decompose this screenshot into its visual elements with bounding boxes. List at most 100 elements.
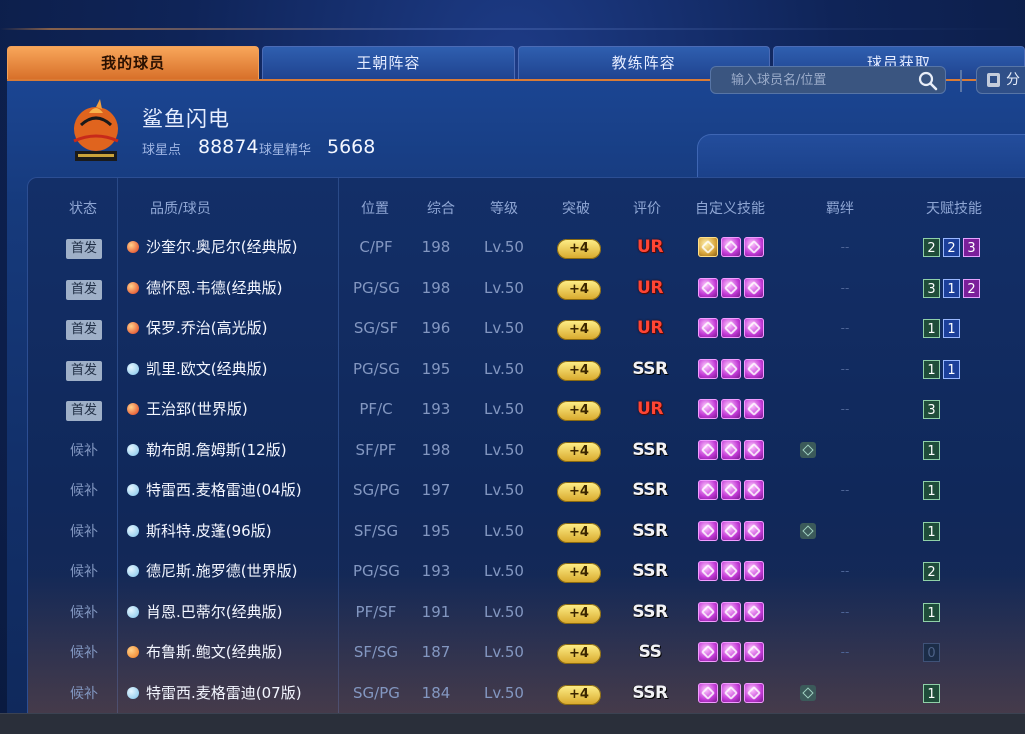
player-name[interactable]: 沙奎尔.奥尼尔(经典版) bbox=[146, 227, 297, 267]
talent-level-badge[interactable]: 2 bbox=[923, 562, 940, 581]
tab-dynasty-lineup[interactable]: 王朝阵容 bbox=[262, 46, 515, 79]
bond-icon[interactable] bbox=[800, 684, 816, 701]
skill-icon[interactable] bbox=[698, 682, 718, 703]
skill-icon[interactable] bbox=[744, 277, 764, 298]
table-row[interactable]: 首发 德怀恩.韦德(经典版) PG/SG 198 Lv.50 +4 UR -- 3 1 2 bbox=[28, 268, 1025, 308]
player-name[interactable]: 肖恩.巴蒂尔(经典版) bbox=[146, 592, 282, 632]
skill-icon[interactable] bbox=[744, 439, 764, 460]
table-row[interactable]: 首发 沙奎尔.奥尼尔(经典版) C/PF 198 Lv.50 +4 UR -- 2 2 3 bbox=[28, 227, 1025, 267]
player-name[interactable]: 特雷西.麦格雷迪(07版) bbox=[146, 673, 302, 713]
talent-level-badge[interactable]: 2 bbox=[943, 238, 960, 257]
talent-level-badge[interactable]: 1 bbox=[943, 319, 960, 338]
skill-icon[interactable] bbox=[698, 480, 718, 500]
skill-icon[interactable] bbox=[744, 318, 764, 338]
skill-icon[interactable] bbox=[721, 277, 741, 298]
player-name[interactable]: 王治郅(世界版) bbox=[146, 389, 248, 429]
table-row[interactable]: 候补 勒布朗.詹姆斯(12版) SF/PF 198 Lv.50 +4 SSR 1 bbox=[28, 430, 1025, 470]
talent-level-badge[interactable]: 1 bbox=[923, 521, 940, 541]
skill-icon[interactable] bbox=[698, 358, 718, 379]
talent-level-badge[interactable]: 2 bbox=[923, 238, 940, 257]
skill-icon[interactable] bbox=[698, 642, 718, 662]
header-level[interactable]: 等级 bbox=[490, 198, 518, 218]
talent-level-badge[interactable]: 0 bbox=[923, 643, 940, 662]
header-bond[interactable]: 羁绊 bbox=[826, 198, 854, 218]
skill-icon[interactable] bbox=[744, 237, 764, 257]
skill-icon[interactable] bbox=[698, 520, 718, 541]
player-name[interactable]: 布鲁斯.鲍文(经典版) bbox=[146, 632, 282, 672]
header-rating[interactable]: 评价 bbox=[633, 198, 661, 218]
skill-icon[interactable] bbox=[744, 561, 764, 581]
tab-my-players[interactable]: 我的球员 bbox=[7, 46, 260, 79]
skill-icon[interactable] bbox=[721, 561, 741, 581]
position-cell: C/PF bbox=[359, 238, 393, 256]
table-row[interactable]: 候补 特雷西.麦格雷迪(04版) SG/PG 197 Lv.50 +4 SSR -- 1 bbox=[28, 470, 1025, 510]
table-row[interactable]: 首发 凯里.欧文(经典版) PG/SG 195 Lv.50 +4 SSR -- 1 1 bbox=[28, 349, 1025, 389]
talent-level-badge[interactable]: 3 bbox=[923, 400, 940, 419]
skill-icon[interactable] bbox=[698, 318, 718, 338]
player-name[interactable]: 斯科特.皮蓬(96版) bbox=[146, 511, 272, 551]
skill-icon[interactable] bbox=[721, 601, 741, 622]
player-name[interactable]: 勒布朗.詹姆斯(12版) bbox=[146, 430, 287, 470]
skill-icon[interactable] bbox=[744, 601, 764, 622]
player-name[interactable]: 德怀恩.韦德(经典版) bbox=[146, 268, 282, 308]
talent-level-badge[interactable]: 1 bbox=[923, 683, 940, 703]
talent-level-badge[interactable]: 2 bbox=[963, 278, 980, 298]
skill-icon[interactable] bbox=[721, 520, 741, 541]
skill-icon[interactable] bbox=[744, 520, 764, 541]
table-row[interactable]: 候补 布鲁斯.鲍文(经典版) SF/SG 187 Lv.50 +4 SS -- 0 bbox=[28, 632, 1025, 672]
skill-icon[interactable] bbox=[744, 399, 764, 419]
table-row[interactable]: 首发 王治郅(世界版) PF/C 193 Lv.50 +4 UR -- 3 bbox=[28, 389, 1025, 429]
skill-icon[interactable] bbox=[721, 682, 741, 703]
talent-level-badge[interactable]: 1 bbox=[943, 359, 960, 379]
skill-icon[interactable] bbox=[744, 682, 764, 703]
player-name[interactable]: 德尼斯.施罗德(世界版) bbox=[146, 551, 297, 591]
breakthrough-badge: +4 bbox=[557, 360, 601, 381]
talent-level-badge[interactable]: 1 bbox=[923, 359, 940, 379]
header-quality-player[interactable]: 品质/球员 bbox=[150, 198, 211, 218]
skill-icon[interactable] bbox=[721, 237, 741, 257]
skill-icon[interactable] bbox=[721, 318, 741, 338]
player-name[interactable]: 保罗.乔治(高光版) bbox=[146, 308, 267, 348]
bond-icon[interactable] bbox=[800, 441, 816, 458]
skill-icon[interactable] bbox=[721, 358, 741, 379]
skill-icon[interactable] bbox=[698, 439, 718, 460]
player-name[interactable]: 凯里.欧文(经典版) bbox=[146, 349, 267, 389]
skill-icon[interactable] bbox=[721, 439, 741, 460]
skill-icon[interactable] bbox=[698, 277, 718, 298]
header-position[interactable]: 位置 bbox=[361, 198, 389, 218]
player-name[interactable]: 特雷西.麦格雷迪(04版) bbox=[146, 470, 302, 510]
bond-cell bbox=[800, 511, 840, 551]
skill-icon[interactable] bbox=[698, 399, 718, 419]
gold-skill-icon[interactable] bbox=[698, 237, 718, 257]
skill-icon[interactable] bbox=[744, 358, 764, 379]
header-breakthrough[interactable]: 突破 bbox=[562, 198, 590, 218]
table-row[interactable]: 候补 斯科特.皮蓬(96版) SF/SG 195 Lv.50 +4 SSR 1 bbox=[28, 511, 1025, 551]
talent-level-badge[interactable]: 1 bbox=[923, 602, 940, 622]
talent-level-badge[interactable]: 1 bbox=[943, 278, 960, 298]
talent-level-badge[interactable]: 1 bbox=[923, 440, 940, 460]
skill-icon[interactable] bbox=[744, 480, 764, 500]
table-row[interactable]: 候补 特雷西.麦格雷迪(07版) SG/PG 184 Lv.50 +4 SSR 1 bbox=[28, 673, 1025, 713]
header-status[interactable]: 状态 bbox=[69, 198, 97, 218]
search-icon[interactable] bbox=[918, 71, 938, 91]
skill-icon[interactable] bbox=[721, 642, 741, 662]
header-overall[interactable]: 综合 bbox=[427, 198, 455, 218]
skill-icon[interactable] bbox=[721, 399, 741, 419]
bond-icon[interactable] bbox=[800, 522, 816, 539]
skill-icon[interactable] bbox=[721, 480, 741, 500]
player-search-input[interactable] bbox=[710, 66, 946, 94]
skill-icon[interactable] bbox=[744, 642, 764, 662]
share-button[interactable]: 分 bbox=[976, 66, 1025, 94]
overall-cell: 195 bbox=[421, 521, 451, 540]
table-row[interactable]: 候补 肖恩.巴蒂尔(经典版) PF/SF 191 Lv.50 +4 SSR -- 1 bbox=[28, 592, 1025, 632]
skill-icon[interactable] bbox=[698, 561, 718, 581]
talent-level-badge[interactable]: 3 bbox=[923, 278, 940, 298]
table-row[interactable]: 候补 德尼斯.施罗德(世界版) PG/SG 193 Lv.50 +4 SSR -- 2 bbox=[28, 551, 1025, 591]
table-row[interactable]: 首发 保罗.乔治(高光版) SG/SF 196 Lv.50 +4 UR -- 1 1 bbox=[28, 308, 1025, 348]
talent-level-badge[interactable]: 1 bbox=[923, 319, 940, 338]
skill-icon[interactable] bbox=[698, 601, 718, 622]
header-talent-skills[interactable]: 天赋技能 bbox=[926, 198, 982, 218]
talent-level-badge[interactable]: 1 bbox=[923, 481, 940, 500]
header-custom-skills[interactable]: 自定义技能 bbox=[695, 198, 765, 218]
talent-level-badge[interactable]: 3 bbox=[963, 238, 980, 257]
